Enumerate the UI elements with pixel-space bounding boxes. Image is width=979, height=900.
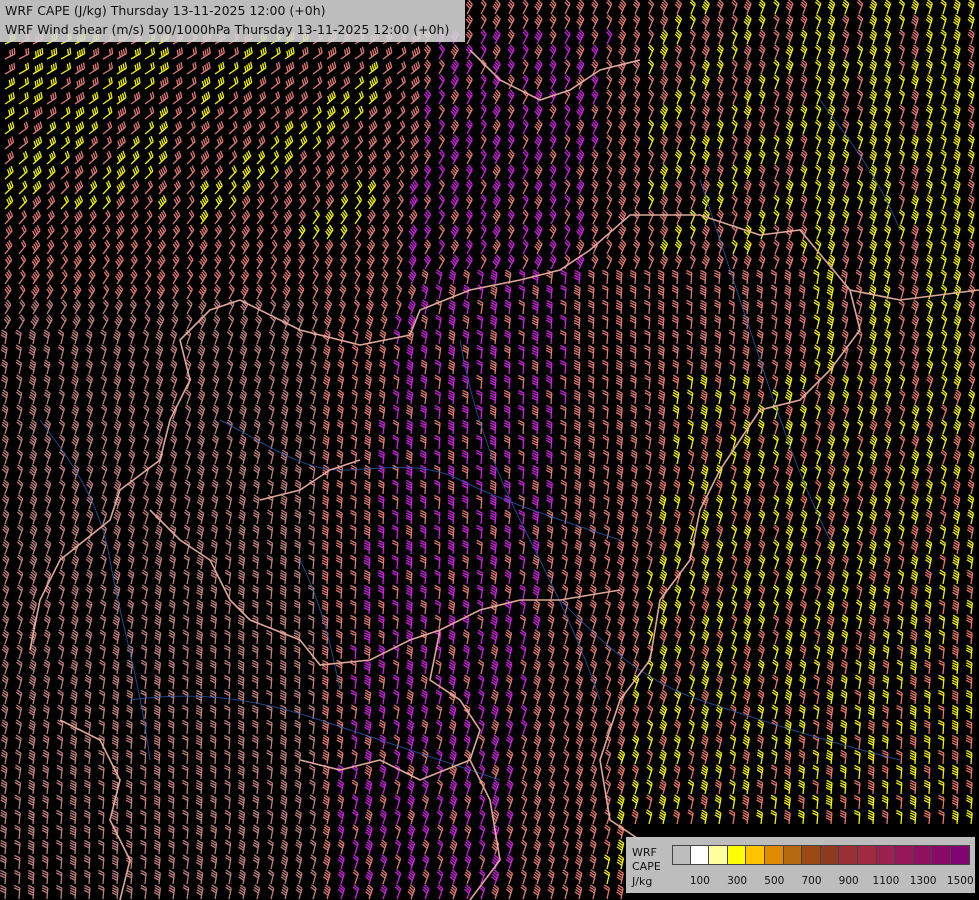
legend-tick-7: 1500 xyxy=(946,875,974,887)
legend-tick-6: 1300 xyxy=(909,875,937,887)
legend-swatch-9 xyxy=(839,845,858,865)
cape-legend: WRF CAPE J/kg 100 300 500 700 900 1100 1300 150… xyxy=(626,837,975,893)
legend-swatch-10 xyxy=(857,845,877,865)
wind-shear-title: WRF Wind shear (m/s) 500/1000hPa Thursda… xyxy=(5,22,450,37)
legend-tick-2: 500 xyxy=(764,875,785,887)
legend-swatch-0 xyxy=(672,845,691,865)
legend-swatch-13 xyxy=(913,845,933,865)
legend-swatch-12 xyxy=(895,845,914,865)
legend-tick-1: 300 xyxy=(727,875,748,887)
weather-map: WRF CAPE (J/kg) Thursday 13-11-2025 12:0… xyxy=(0,0,979,900)
legend-label-model: WRF xyxy=(632,846,657,859)
legend-tick-3: 700 xyxy=(801,875,822,887)
legend-swatch-15 xyxy=(950,845,970,865)
legend-swatch-4 xyxy=(746,845,765,865)
legend-swatch-5 xyxy=(764,845,784,865)
legend-swatch-11 xyxy=(876,845,896,865)
legend-tick-5: 1100 xyxy=(872,875,900,887)
river-network xyxy=(39,99,901,781)
cape-title: WRF CAPE (J/kg) Thursday 13-11-2025 12:0… xyxy=(5,3,326,18)
legend-tick-4: 900 xyxy=(838,875,859,887)
map-lines-layer xyxy=(29,49,979,900)
legend-tick-0: 100 xyxy=(689,875,710,887)
legend-swatch-3 xyxy=(727,845,747,865)
legend-swatch-14 xyxy=(932,845,951,865)
legend-swatch-6 xyxy=(783,845,803,865)
legend-swatch-8 xyxy=(820,845,840,865)
legend-label-variable: CAPE xyxy=(632,860,661,873)
legend-swatch-1 xyxy=(690,845,710,865)
legend-swatch-2 xyxy=(709,845,728,865)
country-borders xyxy=(29,49,979,900)
map-title-box: WRF CAPE (J/kg) Thursday 13-11-2025 12:0… xyxy=(0,0,465,42)
legend-tick-labels: 100 300 500 700 900 1100 1300 1500 xyxy=(626,875,975,889)
legend-swatch-7 xyxy=(802,845,821,865)
legend-color-scale xyxy=(672,845,970,865)
